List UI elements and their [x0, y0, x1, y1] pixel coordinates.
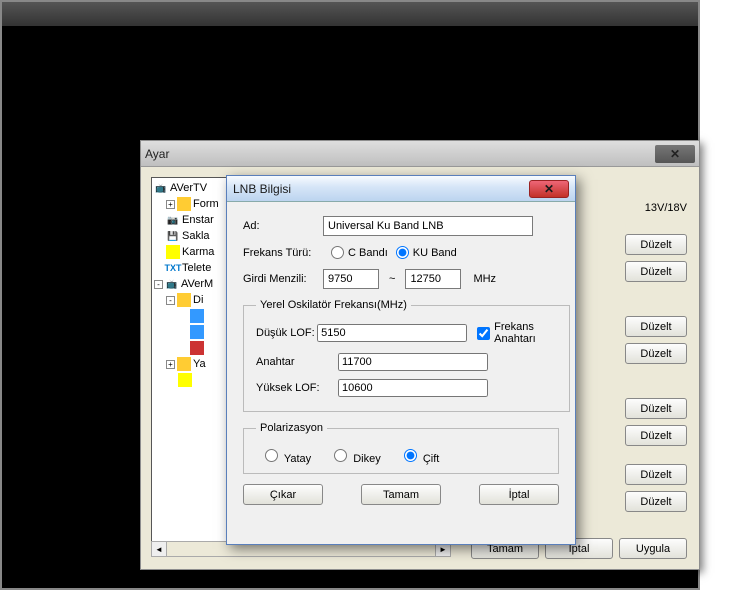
edit-button-1[interactable]: Düzelt [625, 234, 687, 255]
tilde-label: ~ [389, 273, 395, 285]
folder-icon [166, 245, 180, 259]
switch-label: Anahtar [256, 356, 338, 368]
dish-icon [177, 293, 191, 307]
close-icon: ✕ [670, 147, 680, 161]
pol-v-label: Dikey [353, 453, 381, 465]
tv-icon: 📺 [154, 181, 168, 195]
pol-v-radio[interactable] [334, 449, 347, 462]
collapse-icon[interactable]: - [166, 296, 175, 305]
rec-icon [190, 341, 204, 355]
kuband-radio[interactable] [396, 246, 409, 259]
lnb-close-button[interactable]: ✕ [529, 180, 569, 198]
tree-sub[interactable]: Ya [193, 358, 206, 370]
range-label: Girdi Menzili: [243, 273, 323, 285]
low-lof-input[interactable] [317, 324, 467, 342]
cband-radio[interactable] [331, 246, 344, 259]
edit-button-5[interactable]: Düzelt [625, 398, 687, 419]
ch-icon [190, 325, 204, 339]
settings-titlebar[interactable]: Ayar ✕ [141, 141, 699, 167]
lnb-export-button[interactable]: Çıkar [243, 484, 323, 505]
tree-item[interactable]: Form [193, 198, 219, 210]
high-lof-label: Yüksek LOF: [256, 382, 338, 394]
tv-icon: 📺 [165, 277, 179, 291]
oscillator-group: Yerel Oskilatör Frekansı(MHz) Düşük LOF:… [243, 299, 570, 412]
close-icon: ✕ [544, 182, 554, 196]
polarization-group: Polarizasyon Yatay Dikey Çift [243, 422, 559, 474]
name-label: Ad: [243, 220, 323, 232]
edit-button-3[interactable]: Düzelt [625, 316, 687, 337]
mhz-label: MHz [473, 273, 496, 285]
camera-icon: 📷 [166, 213, 180, 227]
lnb-dialog: LNB Bilgisi ✕ Ad: Frekans Türü: C Bandı … [226, 175, 576, 545]
expand-icon[interactable]: + [166, 360, 175, 369]
switch-input[interactable] [338, 353, 488, 371]
pol-h-label: Yatay [284, 453, 311, 465]
pol-b-radio[interactable] [404, 449, 417, 462]
settings-title: Ayar [145, 147, 169, 161]
edit-button-6[interactable]: Düzelt [625, 425, 687, 446]
settings-close-button[interactable]: ✕ [655, 145, 695, 163]
tree-item[interactable]: Karma [182, 246, 214, 258]
lnb-title-text: LNB Bilgisi [233, 182, 291, 196]
edit-button-2[interactable]: Düzelt [625, 261, 687, 282]
settings-apply-button[interactable]: Uygula [619, 538, 687, 559]
edit-button-4[interactable]: Düzelt [625, 343, 687, 364]
app-titlebar [2, 2, 698, 26]
collapse-icon[interactable]: - [154, 280, 163, 289]
tree-item[interactable]: Enstar [182, 214, 214, 226]
range-hi-input[interactable] [405, 269, 461, 289]
tree-item[interactable]: Sakla [182, 230, 210, 242]
pol-b-label: Çift [423, 453, 440, 465]
edit-button-7[interactable]: Düzelt [625, 464, 687, 485]
lnb-cancel-button[interactable]: İptal [479, 484, 559, 505]
polarization-legend: Polarizasyon [256, 422, 327, 434]
freq-key-label: Frekans Anahtarı [494, 321, 556, 345]
edit-button-8[interactable]: Düzelt [625, 491, 687, 512]
form-icon [177, 197, 191, 211]
tree-root2: AVerM [181, 278, 213, 290]
lnb-name-input[interactable] [323, 216, 533, 236]
range-lo-input[interactable] [323, 269, 379, 289]
low-lof-label: Düşük LOF: [256, 327, 317, 339]
lnb-titlebar[interactable]: LNB Bilgisi ✕ [227, 176, 575, 202]
voltage-label: 13V/18V [625, 202, 687, 214]
freq-type-label: Frekans Türü: [243, 247, 323, 259]
high-lof-input[interactable] [338, 379, 488, 397]
cband-label: C Bandı [348, 247, 388, 259]
oscillator-legend: Yerel Oskilatör Frekansı(MHz) [256, 299, 411, 311]
disk-icon: 💾 [166, 229, 180, 243]
tree-root: AVerTV [170, 182, 207, 194]
freq-key-checkbox[interactable] [477, 327, 490, 340]
tree-item[interactable]: Telete [182, 262, 211, 274]
folder-icon [177, 357, 191, 371]
expand-icon[interactable]: + [166, 200, 175, 209]
pol-h-radio[interactable] [265, 449, 278, 462]
ch-icon [190, 309, 204, 323]
folder-icon [178, 373, 192, 387]
scroll-left-icon[interactable]: ◄ [151, 541, 167, 557]
tree-sub[interactable]: Di [193, 294, 203, 306]
text-icon: TXT [166, 261, 180, 275]
lnb-ok-button[interactable]: Tamam [361, 484, 441, 505]
kuband-label: KU Band [413, 247, 457, 259]
